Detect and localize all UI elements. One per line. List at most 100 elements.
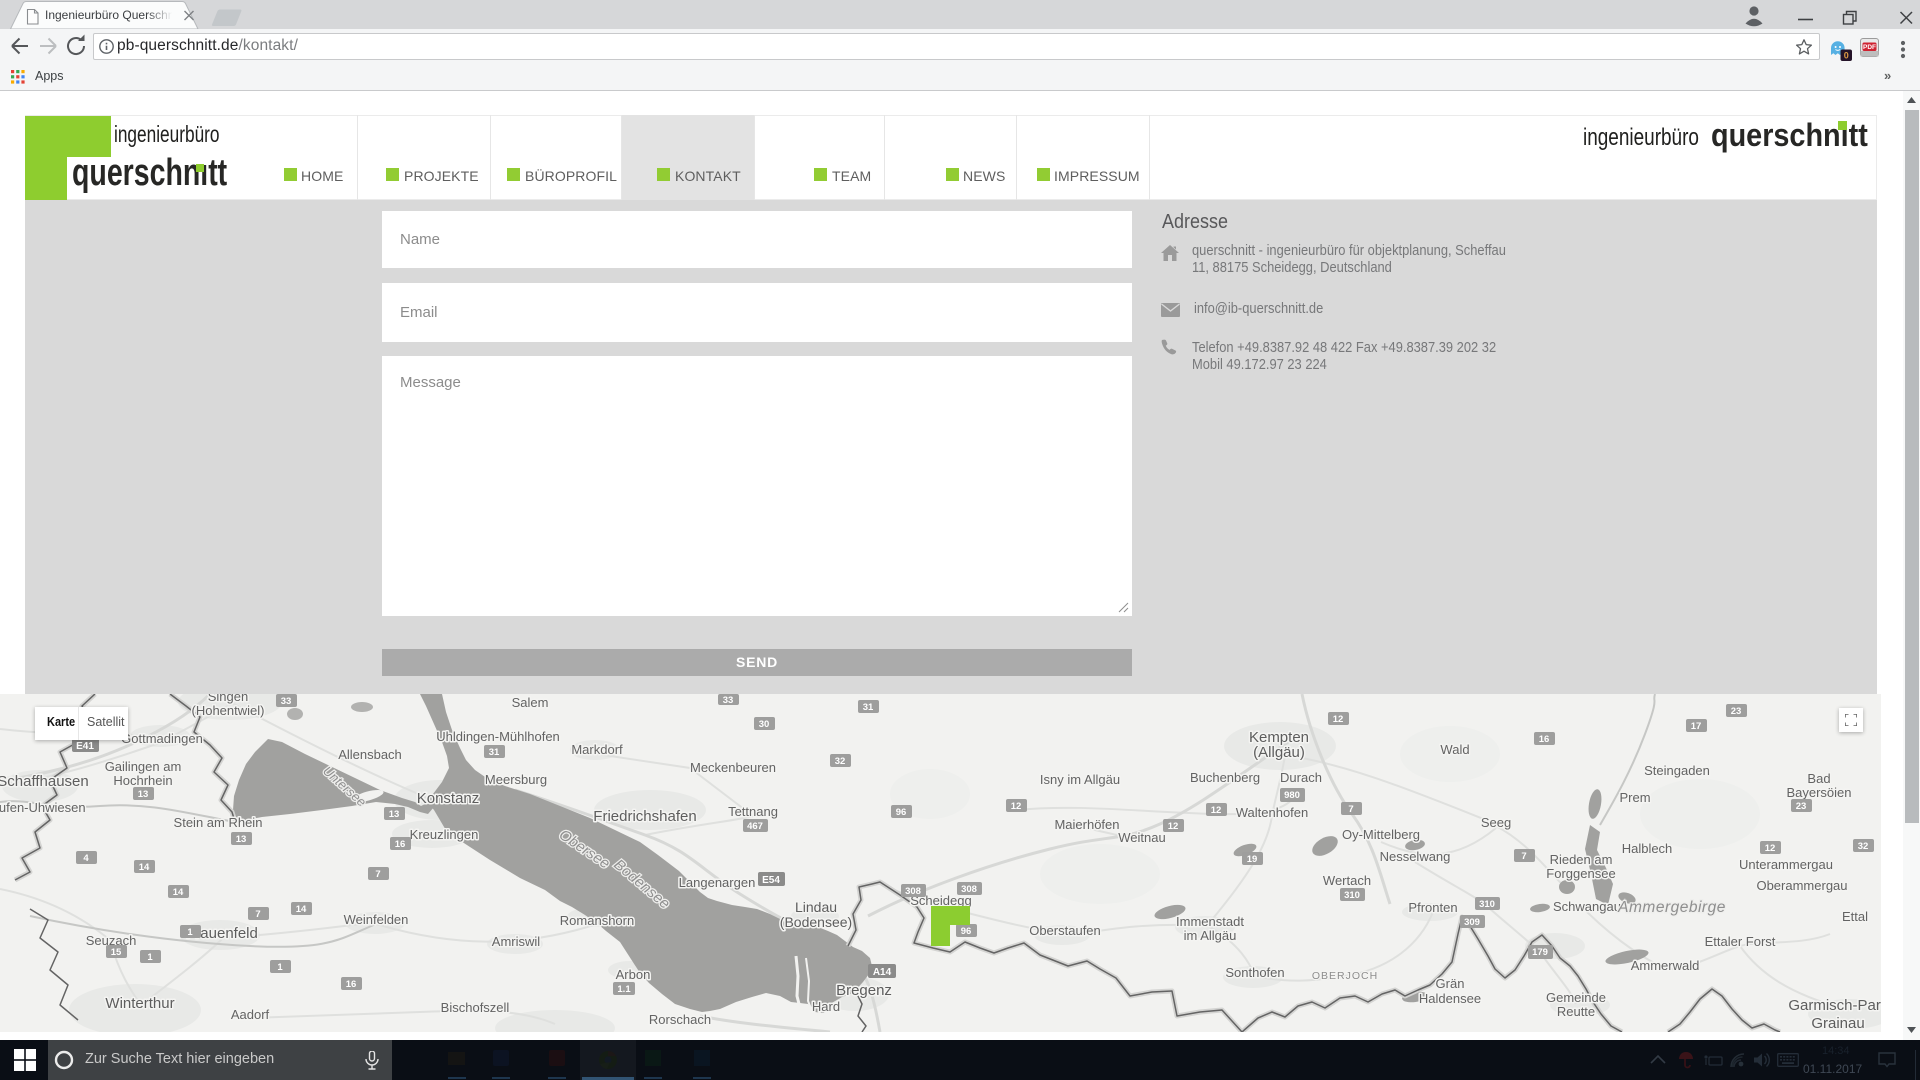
svg-text:17: 17 [1691,721,1702,732]
svg-text:E41: E41 [76,741,94,752]
svg-text:Schaffhausen: Schaffhausen [0,773,89,790]
svg-text:32: 32 [835,756,846,767]
svg-text:13: 13 [138,789,149,800]
svg-text:Durach: Durach [1280,770,1322,785]
svg-text:Winterthur: Winterthur [105,995,174,1012]
svg-text:Steingaden: Steingaden [1644,763,1710,778]
svg-text:308: 308 [961,884,977,895]
svg-text:12: 12 [1168,821,1179,832]
svg-text:1: 1 [277,962,283,973]
svg-text:Weitnau: Weitnau [1118,830,1165,845]
svg-text:Wertach: Wertach [1323,873,1371,888]
svg-text:12: 12 [1011,801,1022,812]
svg-text:Pfronten: Pfronten [1408,900,1457,915]
svg-text:Garmisch-Parten: Garmisch-Parten [1788,997,1881,1014]
svg-text:31: 31 [863,702,874,713]
svg-text:(Allgäu): (Allgäu) [1253,744,1305,761]
svg-text:(Hohentwiel): (Hohentwiel) [192,703,265,718]
svg-text:Aadorf: Aadorf [231,1007,270,1022]
svg-text:31: 31 [489,747,500,758]
svg-text:Meckenbeuren: Meckenbeuren [690,760,776,775]
svg-text:Sonthofen: Sonthofen [1225,965,1284,980]
svg-text:Schwangau: Schwangau [1553,899,1621,914]
svg-text:14: 14 [139,862,150,873]
svg-text:Bayersöien: Bayersöien [1786,785,1851,800]
svg-text:Laufen-Uhwiesen: Laufen-Uhwiesen [0,800,86,815]
svg-text:Grän: Grän [1436,976,1465,991]
svg-text:308: 308 [905,886,921,897]
svg-text:Isny im Allgäu: Isny im Allgäu [1040,772,1120,787]
svg-text:16: 16 [395,839,406,850]
svg-text:13: 13 [389,809,400,820]
svg-text:Rieden am: Rieden am [1550,852,1613,867]
svg-text:Meersburg: Meersburg [485,772,547,787]
svg-text:309: 309 [1464,917,1480,928]
svg-text:96: 96 [896,807,907,818]
svg-text:12: 12 [1211,805,1222,816]
svg-text:Oberammergau: Oberammergau [1756,878,1847,893]
svg-text:1: 1 [187,927,193,938]
svg-text:Salem: Salem [512,695,549,710]
svg-text:7: 7 [255,909,260,920]
svg-text:Langenargen: Langenargen [679,875,756,890]
svg-text:Tettnang: Tettnang [728,804,778,819]
svg-text:Bad: Bad [1807,771,1830,786]
svg-text:33: 33 [723,695,734,706]
svg-text:Forggensee: Forggensee [1546,866,1615,881]
svg-text:16: 16 [1539,734,1550,745]
svg-text:23: 23 [1731,706,1742,717]
svg-text:Buchenberg: Buchenberg [1190,770,1260,785]
svg-text:Halblech: Halblech [1622,841,1673,856]
svg-text:Romanshorn: Romanshorn [560,913,634,928]
svg-text:im Allgäu: im Allgäu [1184,928,1237,943]
svg-text:Oy-Mittelberg: Oy-Mittelberg [1342,827,1420,842]
svg-text:E54: E54 [762,875,780,886]
svg-text:14: 14 [173,887,184,898]
svg-text:Waltenhofen: Waltenhofen [1236,805,1309,820]
svg-text:Lindau: Lindau [795,899,837,915]
svg-text:Hochrhein: Hochrhein [113,773,172,788]
svg-text:467: 467 [747,821,763,832]
svg-text:Gailingen am: Gailingen am [105,759,182,774]
svg-text:Ettal: Ettal [1842,909,1868,924]
svg-text:7: 7 [1521,851,1526,862]
svg-text:Bischofszell: Bischofszell [441,1000,510,1015]
svg-text:Ammergebirge: Ammergebirge [1617,899,1726,916]
svg-text:Wald: Wald [1440,742,1469,757]
svg-text:30: 30 [759,719,770,730]
svg-text:7: 7 [1348,804,1353,815]
svg-text:Prem: Prem [1619,790,1650,805]
svg-text:7: 7 [375,869,380,880]
svg-text:Kreuzlingen: Kreuzlingen [410,827,479,842]
svg-text:19: 19 [1247,854,1258,865]
svg-text:33: 33 [281,696,292,707]
svg-text:1.1: 1.1 [617,984,631,995]
svg-text:13: 13 [236,834,247,845]
svg-text:Reutte: Reutte [1557,1004,1595,1019]
svg-text:12: 12 [1333,714,1344,725]
svg-text:16: 16 [346,979,357,990]
svg-text:Gemeinde: Gemeinde [1546,990,1606,1005]
svg-text:Stein am Rhein: Stein am Rhein [174,815,263,830]
svg-text:Friedrichshafen: Friedrichshafen [593,808,696,825]
svg-text:Haldensee: Haldensee [1419,991,1481,1006]
svg-text:96: 96 [961,926,972,937]
svg-text:310: 310 [1344,890,1360,901]
svg-text:Weinfelden: Weinfelden [344,912,409,927]
svg-text:Ettaler Forst: Ettaler Forst [1705,934,1776,949]
svg-text:15: 15 [111,947,122,958]
svg-text:1: 1 [147,952,153,963]
svg-text:Ammerwald: Ammerwald [1631,958,1700,973]
svg-text:Hard: Hard [812,999,840,1014]
svg-text:Unterammergau: Unterammergau [1739,857,1833,872]
svg-text:12: 12 [1765,843,1776,854]
svg-text:Bregenz: Bregenz [836,982,892,999]
svg-text:Uhldingen-Mühlhofen: Uhldingen-Mühlhofen [436,729,560,744]
svg-text:Allensbach: Allensbach [338,747,402,762]
svg-text:(Bodensee): (Bodensee) [780,914,852,930]
svg-text:Arbon: Arbon [616,967,651,982]
svg-text:PDF: PDF [1863,44,1876,51]
svg-text:Grainau: Grainau [1811,1015,1864,1032]
svg-text:179: 179 [1532,947,1548,958]
svg-text:32: 32 [1858,841,1869,852]
